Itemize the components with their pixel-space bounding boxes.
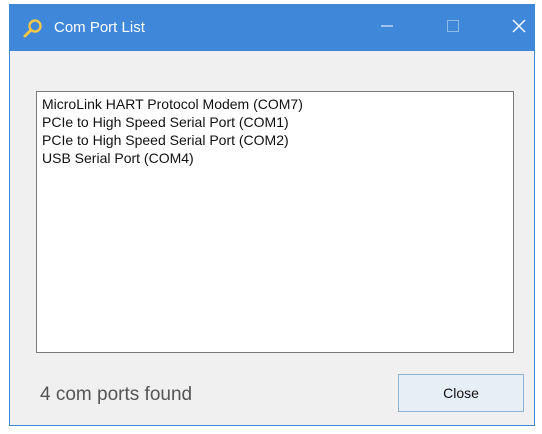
close-window-button[interactable] [496,5,542,51]
search-icon [22,18,44,40]
window-title: Com Port List [54,19,145,36]
list-item[interactable]: MicroLink HART Protocol Modem (COM7) [42,95,508,113]
maximize-icon [447,19,459,37]
maximize-button[interactable] [430,5,476,51]
close-icon [512,19,526,38]
minimize-button[interactable] [364,5,410,51]
list-item[interactable]: PCIe to High Speed Serial Port (COM1) [42,113,508,131]
com-port-list-window: Com Port List MicroLink HART Protocol Mo… [9,4,535,426]
com-port-listbox[interactable]: MicroLink HART Protocol Modem (COM7) PCI… [36,91,514,353]
list-item[interactable]: USB Serial Port (COM4) [42,149,508,167]
list-item[interactable]: PCIe to High Speed Serial Port (COM2) [42,131,508,149]
title-bar[interactable]: Com Port List [10,5,534,51]
minimize-icon [381,19,393,37]
status-text: 4 com ports found [40,384,193,405]
close-button[interactable]: Close [398,374,524,412]
